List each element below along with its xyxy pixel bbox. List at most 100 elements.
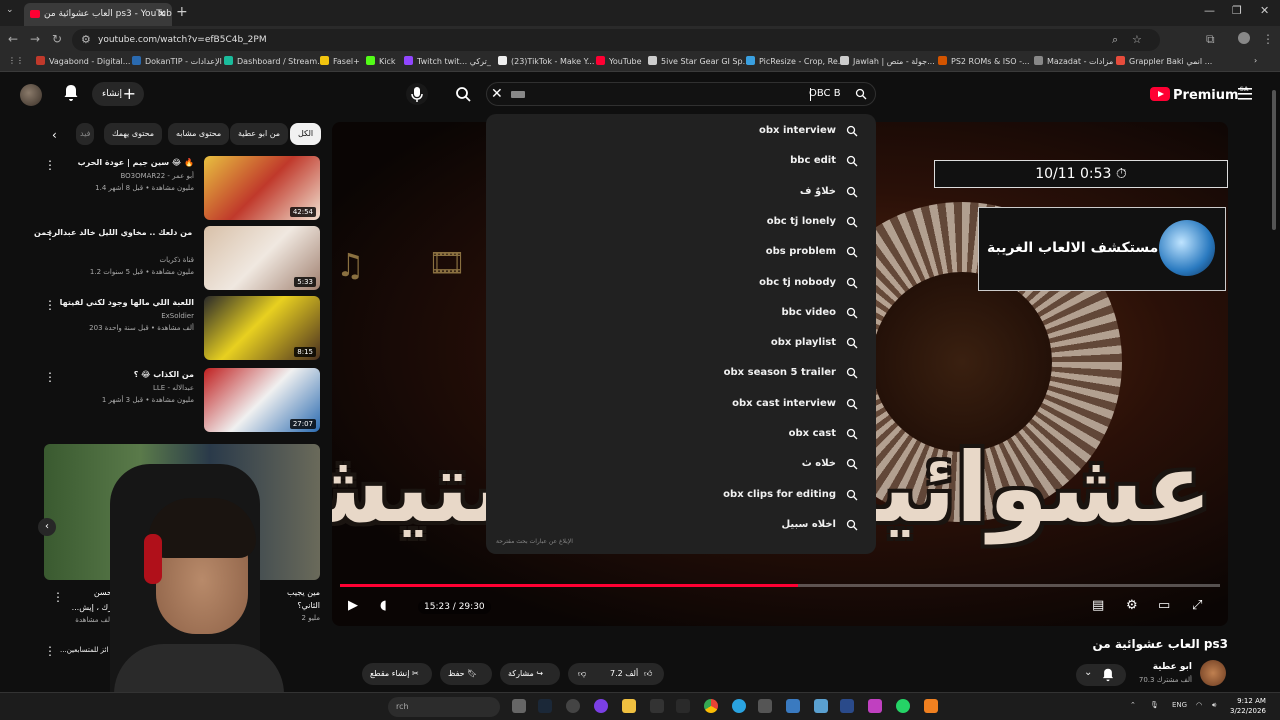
task-view-icon[interactable] — [512, 699, 526, 713]
report-suggestions-link[interactable]: الإبلاغ عن عبارات بحث مقترحة — [496, 538, 573, 545]
like-icon[interactable]: 👍︎ — [644, 663, 652, 685]
search-suggestion[interactable]: bbc edit — [486, 146, 876, 176]
language-indicator[interactable]: ENG — [1172, 701, 1187, 709]
app-icon[interactable] — [840, 699, 854, 713]
search-suggestion[interactable]: obx season 5 trailer — [486, 358, 876, 388]
captions-icon[interactable]: ▤ — [1092, 598, 1104, 613]
tab-search-icon[interactable]: ⌄ — [6, 5, 14, 15]
chip-partial[interactable]: فيد — [76, 123, 95, 145]
search-suggestion[interactable]: obx playlist — [486, 328, 876, 358]
keyboard-icon[interactable] — [511, 91, 525, 98]
chip-related[interactable]: محتوى مشابه — [168, 123, 230, 145]
search-suggestion[interactable]: خلاوٌ ف — [486, 177, 876, 207]
chips-prev-icon[interactable]: ‹ — [52, 128, 57, 142]
browser-menu-icon[interactable]: ⋮ — [1262, 32, 1274, 46]
bookmark-item[interactable]: Mazadat - مزادات — [1034, 56, 1113, 66]
bookmark-item[interactable]: DokanTIP - الإعدادات — [132, 56, 222, 66]
apps-icon[interactable]: ⋮⋮ — [8, 56, 24, 65]
subscribed-bell-button[interactable]: ⌄ — [1076, 664, 1126, 686]
create-button[interactable]: إنشاء + — [92, 82, 144, 106]
settings-app-icon[interactable] — [566, 699, 580, 713]
fullscreen-icon[interactable]: ⤢ — [1192, 598, 1202, 613]
video-thumbnail[interactable]: 8:15 — [204, 296, 320, 360]
page-scrollbar[interactable] — [1272, 90, 1276, 230]
vlc-icon[interactable] — [924, 699, 938, 713]
chip-all[interactable]: الكل — [290, 123, 322, 145]
whatsapp-icon[interactable] — [896, 699, 910, 713]
bookmark-item[interactable]: PS2 ROMs & ISO -... — [938, 56, 1030, 66]
like-dislike-button[interactable]: 👎︎ 7.2 ألف 👍︎ — [568, 663, 664, 685]
chip-from-channel[interactable]: من ابو عطية — [230, 123, 289, 145]
search-suggestion[interactable]: اخلاه سبيل — [486, 510, 876, 540]
search-suggestion[interactable]: obs problem — [486, 237, 876, 267]
video-thumbnail[interactable]: 5:33 — [204, 226, 320, 290]
steam-icon[interactable] — [538, 699, 552, 713]
search-suggestion[interactable]: خلاه ٺ — [486, 449, 876, 479]
dislike-icon[interactable]: 👎︎ — [578, 663, 586, 685]
theater-mode-icon[interactable]: ▭ — [1158, 598, 1170, 613]
search-suggestion[interactable]: obx interview — [486, 116, 876, 146]
back-icon[interactable]: ← — [8, 32, 18, 46]
site-info-icon[interactable]: ⚙ — [81, 29, 91, 51]
search-suggestion[interactable]: bbc video — [486, 298, 876, 328]
channel-name-main[interactable]: ابو عطية — [1153, 662, 1192, 672]
app-icon[interactable] — [676, 699, 690, 713]
bookmark-item[interactable]: Twitch twit... تركي_ — [404, 56, 491, 66]
bookmark-item[interactable]: Kick — [366, 56, 396, 66]
wifi-icon[interactable]: ◠ — [1196, 701, 1202, 709]
bookmark-item[interactable]: Fasel+ — [320, 56, 360, 66]
search-suggestion[interactable]: obc tj lonely — [486, 207, 876, 237]
bookmarks-overflow-icon[interactable]: › — [1254, 56, 1257, 65]
new-tab-icon[interactable]: + — [176, 4, 188, 20]
file-explorer-icon[interactable] — [622, 699, 636, 713]
carousel-prev-icon[interactable]: ‹ — [38, 518, 56, 536]
chip-for-you[interactable]: محتوى يهمك — [104, 123, 163, 145]
app-icon[interactable] — [868, 699, 882, 713]
profile-icon[interactable] — [1238, 32, 1250, 44]
video-thumbnail[interactable]: 27:07 — [204, 368, 320, 432]
bookmark-item[interactable]: PicResize - Crop, Re... — [746, 56, 845, 66]
menu-hamburger-icon[interactable] — [1238, 88, 1252, 100]
mic-tray-icon[interactable]: 🎙︎ — [1150, 701, 1159, 709]
url-input[interactable]: ⚙ youtube.com/watch?v=efB5C4b_2PM ☆ ⌕ — [72, 29, 1160, 51]
app-icon[interactable] — [758, 699, 772, 713]
search-submit-icon[interactable] — [855, 88, 867, 100]
account-avatar[interactable] — [20, 84, 42, 106]
channel-avatar[interactable] — [1200, 660, 1226, 686]
close-window-icon[interactable]: ✕ — [1260, 4, 1269, 17]
app-icon[interactable] — [786, 699, 800, 713]
search-suggestion[interactable]: obc tj nobody — [486, 268, 876, 298]
photos-icon[interactable] — [814, 699, 828, 713]
minimize-icon[interactable]: — — [1204, 4, 1215, 17]
maximize-icon[interactable]: ❐ — [1232, 4, 1242, 17]
list-item[interactable]: ⋮ من دلعك .. مخاوي الليل خالد عبدالرحمن … — [0, 226, 330, 292]
play-icon[interactable]: ▶ — [348, 598, 358, 613]
volume-icon[interactable]: ◖ — [380, 598, 387, 613]
system-clock[interactable]: 9:12 AM 3/22/2026 — [1230, 696, 1266, 716]
bookmark-item[interactable]: Grappler Baki انمي ... — [1116, 56, 1212, 66]
bookmark-star-icon[interactable]: ☆ — [1132, 29, 1142, 51]
video-thumbnail[interactable]: 42:54 — [204, 156, 320, 220]
taskbar-search-input[interactable]: rch — [388, 697, 500, 717]
clip-button[interactable]: إنشاء مقطع ✂ — [362, 663, 432, 685]
volume-tray-icon[interactable]: 🔊︎ — [1212, 701, 1216, 710]
search-icon[interactable] — [452, 83, 474, 105]
zoom-icon[interactable]: ⌕ — [1112, 29, 1118, 51]
list-item[interactable]: ⋮ من الكذاب 😂 ؟ LLE - عبدالاله 1 مليون م… — [0, 368, 330, 434]
clear-search-icon[interactable]: ✕ — [491, 86, 503, 102]
extensions-icon[interactable]: ⧉ — [1206, 32, 1215, 47]
discord-icon[interactable] — [594, 699, 608, 713]
search-suggestion[interactable]: obx cast — [486, 419, 876, 449]
browser-tab[interactable]: العاب عشوائية من ps3 - YouTube ✕ — [24, 3, 172, 26]
forward-icon[interactable]: → — [30, 32, 40, 46]
search-suggestion[interactable]: obx clips for editing — [486, 480, 876, 510]
bookmark-item[interactable]: 5ive Star Gear GI Sp... — [648, 56, 750, 66]
settings-gear-icon[interactable]: ⚙ — [1126, 598, 1138, 613]
search-input[interactable]: ✕ OBC B — [486, 82, 876, 106]
telegram-icon[interactable] — [732, 699, 746, 713]
close-tab-icon[interactable]: ✕ — [158, 3, 166, 26]
voice-search-icon[interactable] — [406, 83, 428, 105]
bookmark-item[interactable]: YouTube — [596, 56, 642, 66]
epic-games-icon[interactable] — [650, 699, 664, 713]
chrome-icon[interactable] — [704, 699, 718, 713]
